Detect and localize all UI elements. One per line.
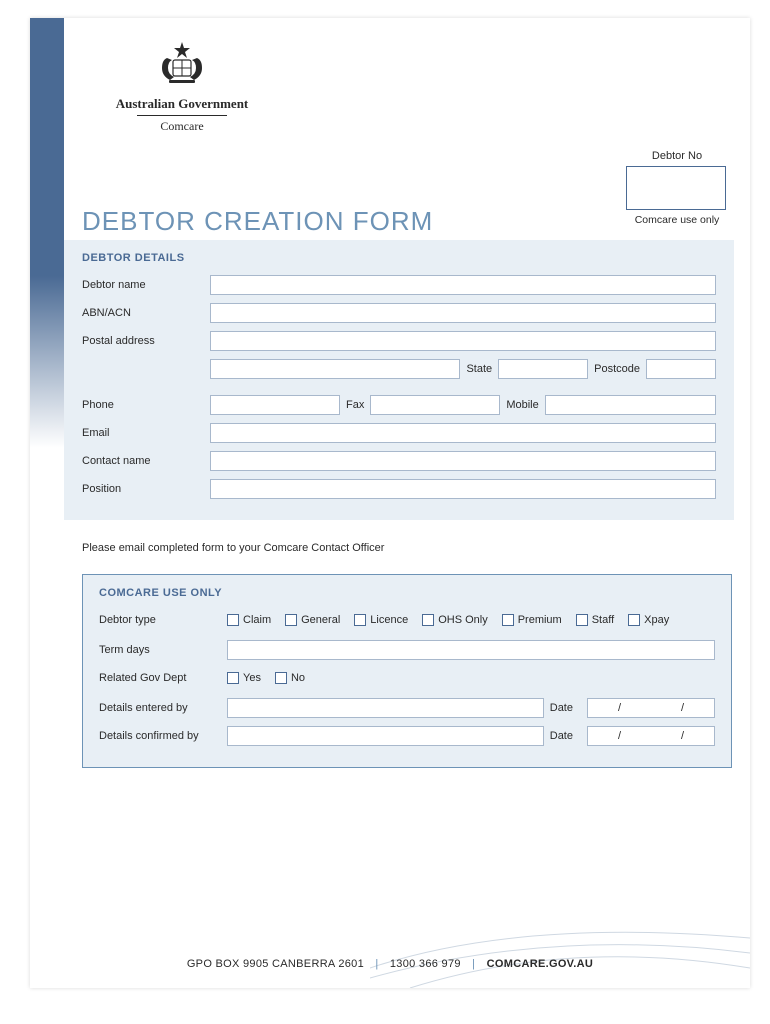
checkbox-no[interactable]: No bbox=[275, 672, 305, 684]
footer-phone: 1300 366 979 bbox=[390, 958, 461, 970]
debtor-no-sublabel: Comcare use only bbox=[626, 214, 728, 226]
debtor-no-block: Debtor No Comcare use only bbox=[626, 150, 728, 226]
label-related-gov: Related Gov Dept bbox=[99, 672, 227, 684]
input-mobile[interactable] bbox=[545, 395, 716, 415]
footer: GPO BOX 9905 CANBERRA 2601 | 1300 366 97… bbox=[30, 958, 750, 970]
debtor-no-label: Debtor No bbox=[626, 150, 728, 162]
checkbox-licence[interactable]: Licence bbox=[354, 614, 408, 626]
input-debtor-name[interactable] bbox=[210, 275, 716, 295]
checkbox-xpay[interactable]: Xpay bbox=[628, 614, 669, 626]
input-entered-by[interactable] bbox=[227, 698, 544, 718]
label-fax: Fax bbox=[340, 399, 370, 411]
input-phone[interactable] bbox=[210, 395, 340, 415]
label-state: State bbox=[460, 363, 498, 375]
checkbox-staff[interactable]: Staff bbox=[576, 614, 614, 626]
input-postal-1[interactable] bbox=[210, 331, 716, 351]
input-email[interactable] bbox=[210, 423, 716, 443]
input-fax[interactable] bbox=[370, 395, 500, 415]
input-abn[interactable] bbox=[210, 303, 716, 323]
label-mobile: Mobile bbox=[500, 399, 544, 411]
label-contact: Contact name bbox=[82, 455, 210, 467]
footer-web: COMCARE.GOV.AU bbox=[487, 958, 593, 970]
input-position[interactable] bbox=[210, 479, 716, 499]
debtor-no-input[interactable] bbox=[626, 166, 726, 210]
label-entered-by: Details entered by bbox=[99, 702, 227, 714]
input-date-confirmed[interactable]: // bbox=[587, 726, 715, 746]
page: Australian Government Comcare Debtor No … bbox=[30, 18, 750, 988]
input-date-entered[interactable]: // bbox=[587, 698, 715, 718]
input-term-days[interactable] bbox=[227, 640, 715, 660]
label-debtor-type: Debtor type bbox=[99, 614, 227, 626]
crest-icon bbox=[147, 40, 217, 90]
input-confirmed-by[interactable] bbox=[227, 726, 544, 746]
agency-label: Comcare bbox=[137, 115, 227, 134]
header-block: Australian Government Comcare bbox=[82, 40, 282, 134]
input-contact[interactable] bbox=[210, 451, 716, 471]
instruction-text: Please email completed form to your Comc… bbox=[82, 542, 384, 554]
sidebar-accent bbox=[30, 18, 64, 448]
decorative-swoosh bbox=[370, 868, 750, 988]
checkbox-yes[interactable]: Yes bbox=[227, 672, 261, 684]
input-postcode[interactable] bbox=[646, 359, 716, 379]
label-confirmed-by: Details confirmed by bbox=[99, 730, 227, 742]
comcare-use-panel: COMCARE USE ONLY Debtor type Claim Gener… bbox=[82, 574, 732, 768]
label-phone: Phone bbox=[82, 399, 210, 411]
input-postal-2[interactable] bbox=[210, 359, 460, 379]
label-debtor-name: Debtor name bbox=[82, 279, 210, 291]
label-email: Email bbox=[82, 427, 210, 439]
label-abn: ABN/ACN bbox=[82, 307, 210, 319]
label-date-1: Date bbox=[544, 702, 579, 714]
checkbox-general[interactable]: General bbox=[285, 614, 340, 626]
checkbox-claim[interactable]: Claim bbox=[227, 614, 271, 626]
checkbox-ohs[interactable]: OHS Only bbox=[422, 614, 488, 626]
input-state[interactable] bbox=[498, 359, 588, 379]
label-date-2: Date bbox=[544, 730, 579, 742]
form-title: DEBTOR CREATION FORM bbox=[82, 206, 433, 237]
checkbox-premium[interactable]: Premium bbox=[502, 614, 562, 626]
label-term-days: Term days bbox=[99, 644, 227, 656]
comcare-heading: COMCARE USE ONLY bbox=[99, 587, 715, 599]
gov-label: Australian Government bbox=[82, 96, 282, 112]
debtor-details-heading: DEBTOR DETAILS bbox=[82, 252, 716, 264]
footer-address: GPO BOX 9905 CANBERRA 2601 bbox=[187, 958, 364, 970]
label-postal: Postal address bbox=[82, 335, 210, 347]
label-position: Position bbox=[82, 483, 210, 495]
debtor-details-panel: DEBTOR DETAILS Debtor name ABN/ACN Posta… bbox=[64, 240, 734, 520]
label-postcode: Postcode bbox=[588, 363, 646, 375]
